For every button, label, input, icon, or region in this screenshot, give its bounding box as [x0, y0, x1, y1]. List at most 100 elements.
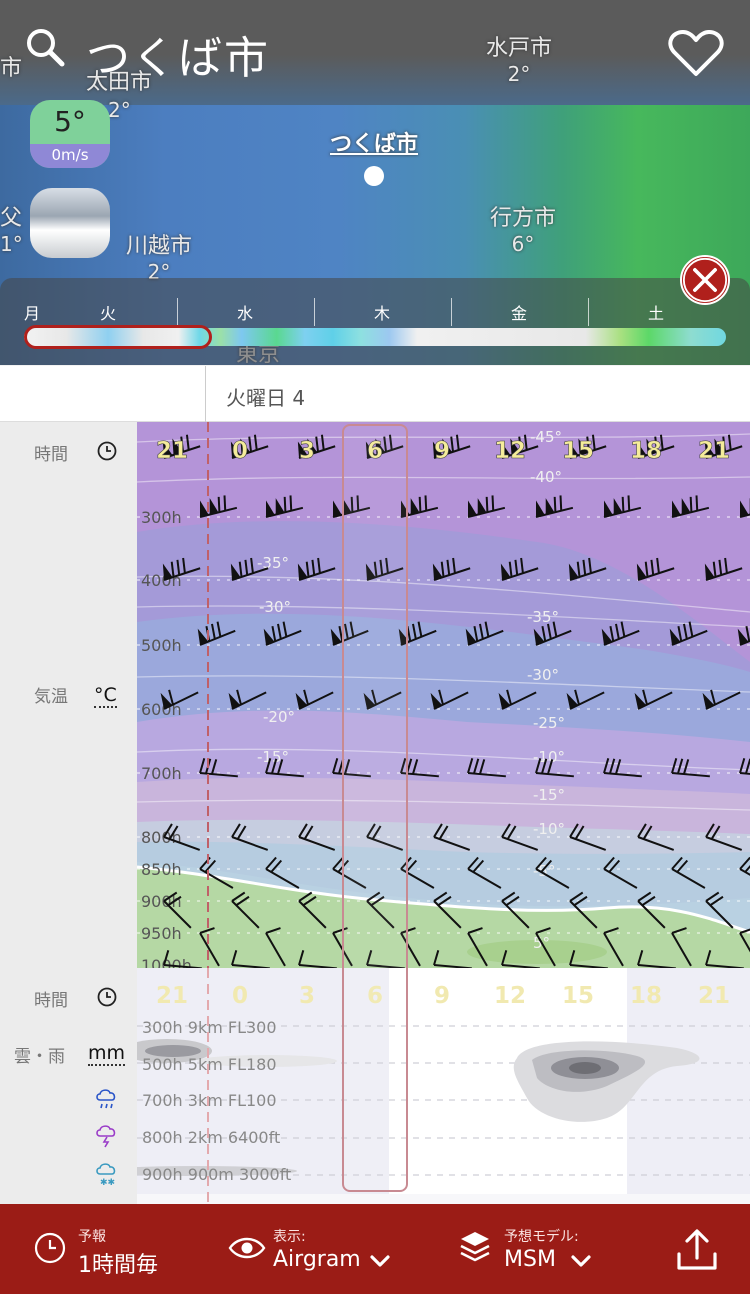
pressure-label: 700h	[141, 764, 182, 783]
map-city-chichibu: 父 1°	[0, 206, 23, 256]
hour-label: 18	[630, 983, 662, 1009]
isotherm-label: -40°	[530, 468, 562, 486]
day-separator	[314, 298, 315, 326]
display-value: Airgram	[273, 1247, 361, 1272]
thunderstorm-legend-icon	[96, 1125, 116, 1148]
cloud-level-label: 800h 2km 6400ft	[142, 1128, 280, 1147]
date-divider	[205, 366, 206, 422]
time-label: 時間	[34, 445, 68, 465]
page-title[interactable]: つくば市	[86, 22, 270, 86]
isotherm-label: -10°	[533, 820, 565, 838]
forecast-value: 1時間毎	[78, 1253, 158, 1278]
isotherm-label: -30°	[259, 598, 291, 616]
webcam-thumbnail[interactable]	[30, 188, 110, 258]
temperature-label: 気温	[34, 687, 68, 707]
isotherm-label: -20°	[263, 708, 295, 726]
airgram-chart[interactable]: 300h 400h 500h 600h 700h 800h 850h 900h …	[137, 422, 750, 968]
cloud-level-label: 500h 5km FL180	[142, 1055, 277, 1074]
cloud-svg: 21 0 3 6 9 12 15 18 21 300h 9km FL300 50…	[97, 968, 750, 1204]
day-separator	[177, 298, 178, 326]
selected-time-column[interactable]	[342, 424, 408, 1192]
cloud-level-label: 700h 3km FL100	[142, 1091, 277, 1110]
hour-label: 0	[232, 983, 248, 1009]
hour-label: 3	[299, 438, 315, 464]
display-label: 表示:	[273, 1229, 306, 1245]
pressure-label: 500h	[141, 636, 182, 655]
temperature-value: 5°	[54, 105, 86, 138]
hour-label: 9	[434, 983, 450, 1009]
chevron-down-icon	[571, 1255, 591, 1267]
forecast-interval-button[interactable]: 予報 1時間毎	[0, 1204, 200, 1294]
cloud-level-label: 300h 9km FL300	[142, 1018, 277, 1037]
hour-label: 9	[434, 438, 450, 464]
day-label[interactable]: 水	[225, 300, 265, 324]
map-city-namegata: 行方市 6°	[490, 206, 557, 256]
map-city-ota-temp: 2°	[108, 98, 131, 122]
day-separator	[451, 298, 452, 326]
date-label: 火曜日 4	[226, 386, 306, 410]
clock-icon	[97, 987, 117, 1007]
clock-icon	[34, 1232, 66, 1264]
display-mode-button[interactable]: 表示: Airgram	[220, 1204, 420, 1294]
isotherm-label: -25°	[533, 714, 565, 732]
hour-label: 15	[562, 983, 594, 1009]
hour-label: 12	[494, 438, 526, 464]
isotherm-label: -30°	[527, 666, 559, 684]
map-city-kawagoe: 川越市 2°	[126, 234, 193, 284]
rain-unit-toggle[interactable]: mm	[88, 1042, 126, 1066]
isotherm-label: -45°	[530, 428, 562, 446]
svg-text:✱✱: ✱✱	[100, 1178, 115, 1186]
pressure-label: 850h	[141, 860, 182, 879]
hour-label: 12	[494, 983, 526, 1009]
isotherm-label: -15°	[533, 786, 565, 804]
day-label[interactable]: 土	[636, 300, 676, 324]
weather-map[interactable]: 水戸市2° 太田市 2° 行方市6° 川越市2° 父1° 市 東京 つくば市 つ…	[0, 0, 750, 365]
temperature-badge[interactable]: 5° 0m/s	[30, 100, 110, 168]
pressure-label: 950h	[141, 924, 182, 943]
hour-label: 21	[698, 438, 730, 464]
date-header: 火曜日 4	[0, 366, 750, 422]
left-label-column: 時間 気温 °C 時間 雲・雨 mm ✱✱	[0, 422, 137, 1204]
day-label[interactable]: 月	[12, 300, 52, 324]
hour-label: 21	[698, 983, 730, 1009]
forecast-label: 予報	[78, 1229, 106, 1245]
eye-icon	[228, 1237, 266, 1259]
model-value: MSM	[504, 1247, 556, 1272]
snow-legend-icon: ✱✱	[96, 1163, 116, 1186]
pressure-label: 300h	[141, 508, 182, 527]
time-label-2: 時間	[34, 991, 68, 1011]
selected-day-highlight[interactable]	[24, 325, 212, 349]
day-label[interactable]: 木	[362, 300, 402, 324]
temperature-unit-toggle[interactable]: °C	[94, 684, 117, 708]
clock-icon	[97, 441, 117, 461]
pressure-label: 400h	[141, 571, 182, 590]
wind-speed-value: 0m/s	[30, 144, 110, 168]
share-icon[interactable]	[676, 1228, 718, 1272]
hour-label: 18	[630, 438, 662, 464]
search-icon[interactable]	[24, 26, 66, 68]
day-selector[interactable]: 月 火 水 木 金 土	[0, 278, 750, 365]
close-icon[interactable]	[680, 255, 730, 305]
top-header: つくば市	[0, 0, 750, 100]
day-separator	[588, 298, 589, 326]
hour-label: 0	[232, 438, 248, 464]
cloud-rain-chart[interactable]: 21 0 3 6 9 12 15 18 21 300h 9km FL300 50…	[97, 968, 750, 1204]
cloud-level-label: 900h 900m 3000ft	[142, 1165, 291, 1184]
rain-legend-icon	[96, 1089, 116, 1109]
model-select-button[interactable]: 予想モデル: MSM	[455, 1204, 635, 1294]
cloud-rain-label: 雲・雨	[14, 1047, 65, 1067]
day-label[interactable]: 火	[88, 300, 128, 324]
chevron-down-icon	[370, 1255, 390, 1267]
model-label: 予想モデル:	[504, 1229, 579, 1245]
selected-city-label[interactable]: つくば市	[330, 126, 418, 158]
heart-icon[interactable]	[668, 30, 724, 78]
selected-city-marker[interactable]	[364, 166, 384, 186]
airgram-svg: 300h 400h 500h 600h 700h 800h 850h 900h …	[137, 422, 750, 968]
layers-icon	[460, 1232, 490, 1262]
day-label[interactable]: 金	[499, 300, 539, 324]
bottom-toolbar: 予報 1時間毎 表示: Airgram 予想モデル: MSM	[0, 1204, 750, 1294]
isotherm-label: -15°	[257, 748, 289, 766]
cloud-blob	[569, 1062, 601, 1074]
hour-label: 21	[156, 438, 188, 464]
hour-label: 15	[562, 438, 594, 464]
